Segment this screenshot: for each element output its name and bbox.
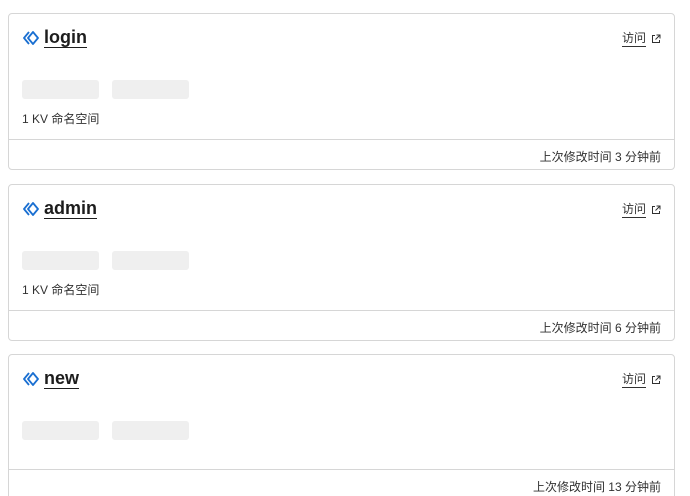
worker-card: login 访问 1 KV 命名空间 上次修改时间 3 分钟前: [8, 13, 675, 170]
card-footer: 上次修改时间 3 分钟前: [9, 139, 674, 170]
external-link-icon: [652, 205, 661, 214]
skeleton-placeholder: [22, 421, 99, 440]
skeleton-placeholder: [22, 251, 99, 270]
worker-card: new 访问 上次修改时间 13 分钟前: [8, 354, 675, 496]
worker-name-link[interactable]: new: [44, 369, 80, 389]
kv-namespace-count: 1 KV 命名空间: [22, 283, 100, 297]
worker-diamond-icon: [23, 202, 39, 216]
loading-placeholders: [22, 80, 202, 99]
visit-link[interactable]: 访问: [621, 202, 661, 218]
external-link-icon: [652, 34, 661, 43]
worker-list: login 访问 1 KV 命名空间 上次修改时间 3 分钟前 admin 访问…: [0, 0, 690, 496]
worker-diamond-icon: [23, 372, 39, 386]
last-modified-text: 上次修改时间 3 分钟前: [539, 150, 661, 164]
visit-link[interactable]: 访问: [621, 372, 661, 388]
external-link-icon: [652, 375, 661, 384]
skeleton-placeholder: [112, 421, 189, 440]
visit-label[interactable]: 访问: [621, 31, 646, 47]
worker-title-row: login: [23, 28, 87, 48]
visit-label[interactable]: 访问: [621, 372, 646, 388]
worker-diamond-icon: [23, 31, 39, 45]
worker-title-row: new: [23, 369, 80, 389]
loading-placeholders: [22, 251, 202, 270]
kv-namespace-count: 1 KV 命名空间: [22, 112, 100, 126]
worker-name-link[interactable]: admin: [44, 199, 98, 219]
card-footer: 上次修改时间 6 分钟前: [9, 310, 674, 341]
loading-placeholders: [22, 421, 202, 440]
visit-link[interactable]: 访问: [621, 31, 661, 47]
visit-label[interactable]: 访问: [621, 202, 646, 218]
worker-name-link[interactable]: login: [44, 28, 87, 48]
skeleton-placeholder: [22, 80, 99, 99]
worker-card: admin 访问 1 KV 命名空间 上次修改时间 6 分钟前: [8, 184, 675, 341]
last-modified-text: 上次修改时间 6 分钟前: [539, 321, 661, 335]
skeleton-placeholder: [112, 80, 189, 99]
worker-title-row: admin: [23, 199, 98, 219]
last-modified-text: 上次修改时间 13 分钟前: [532, 480, 661, 494]
skeleton-placeholder: [112, 251, 189, 270]
card-footer: 上次修改时间 13 分钟前: [9, 469, 674, 496]
